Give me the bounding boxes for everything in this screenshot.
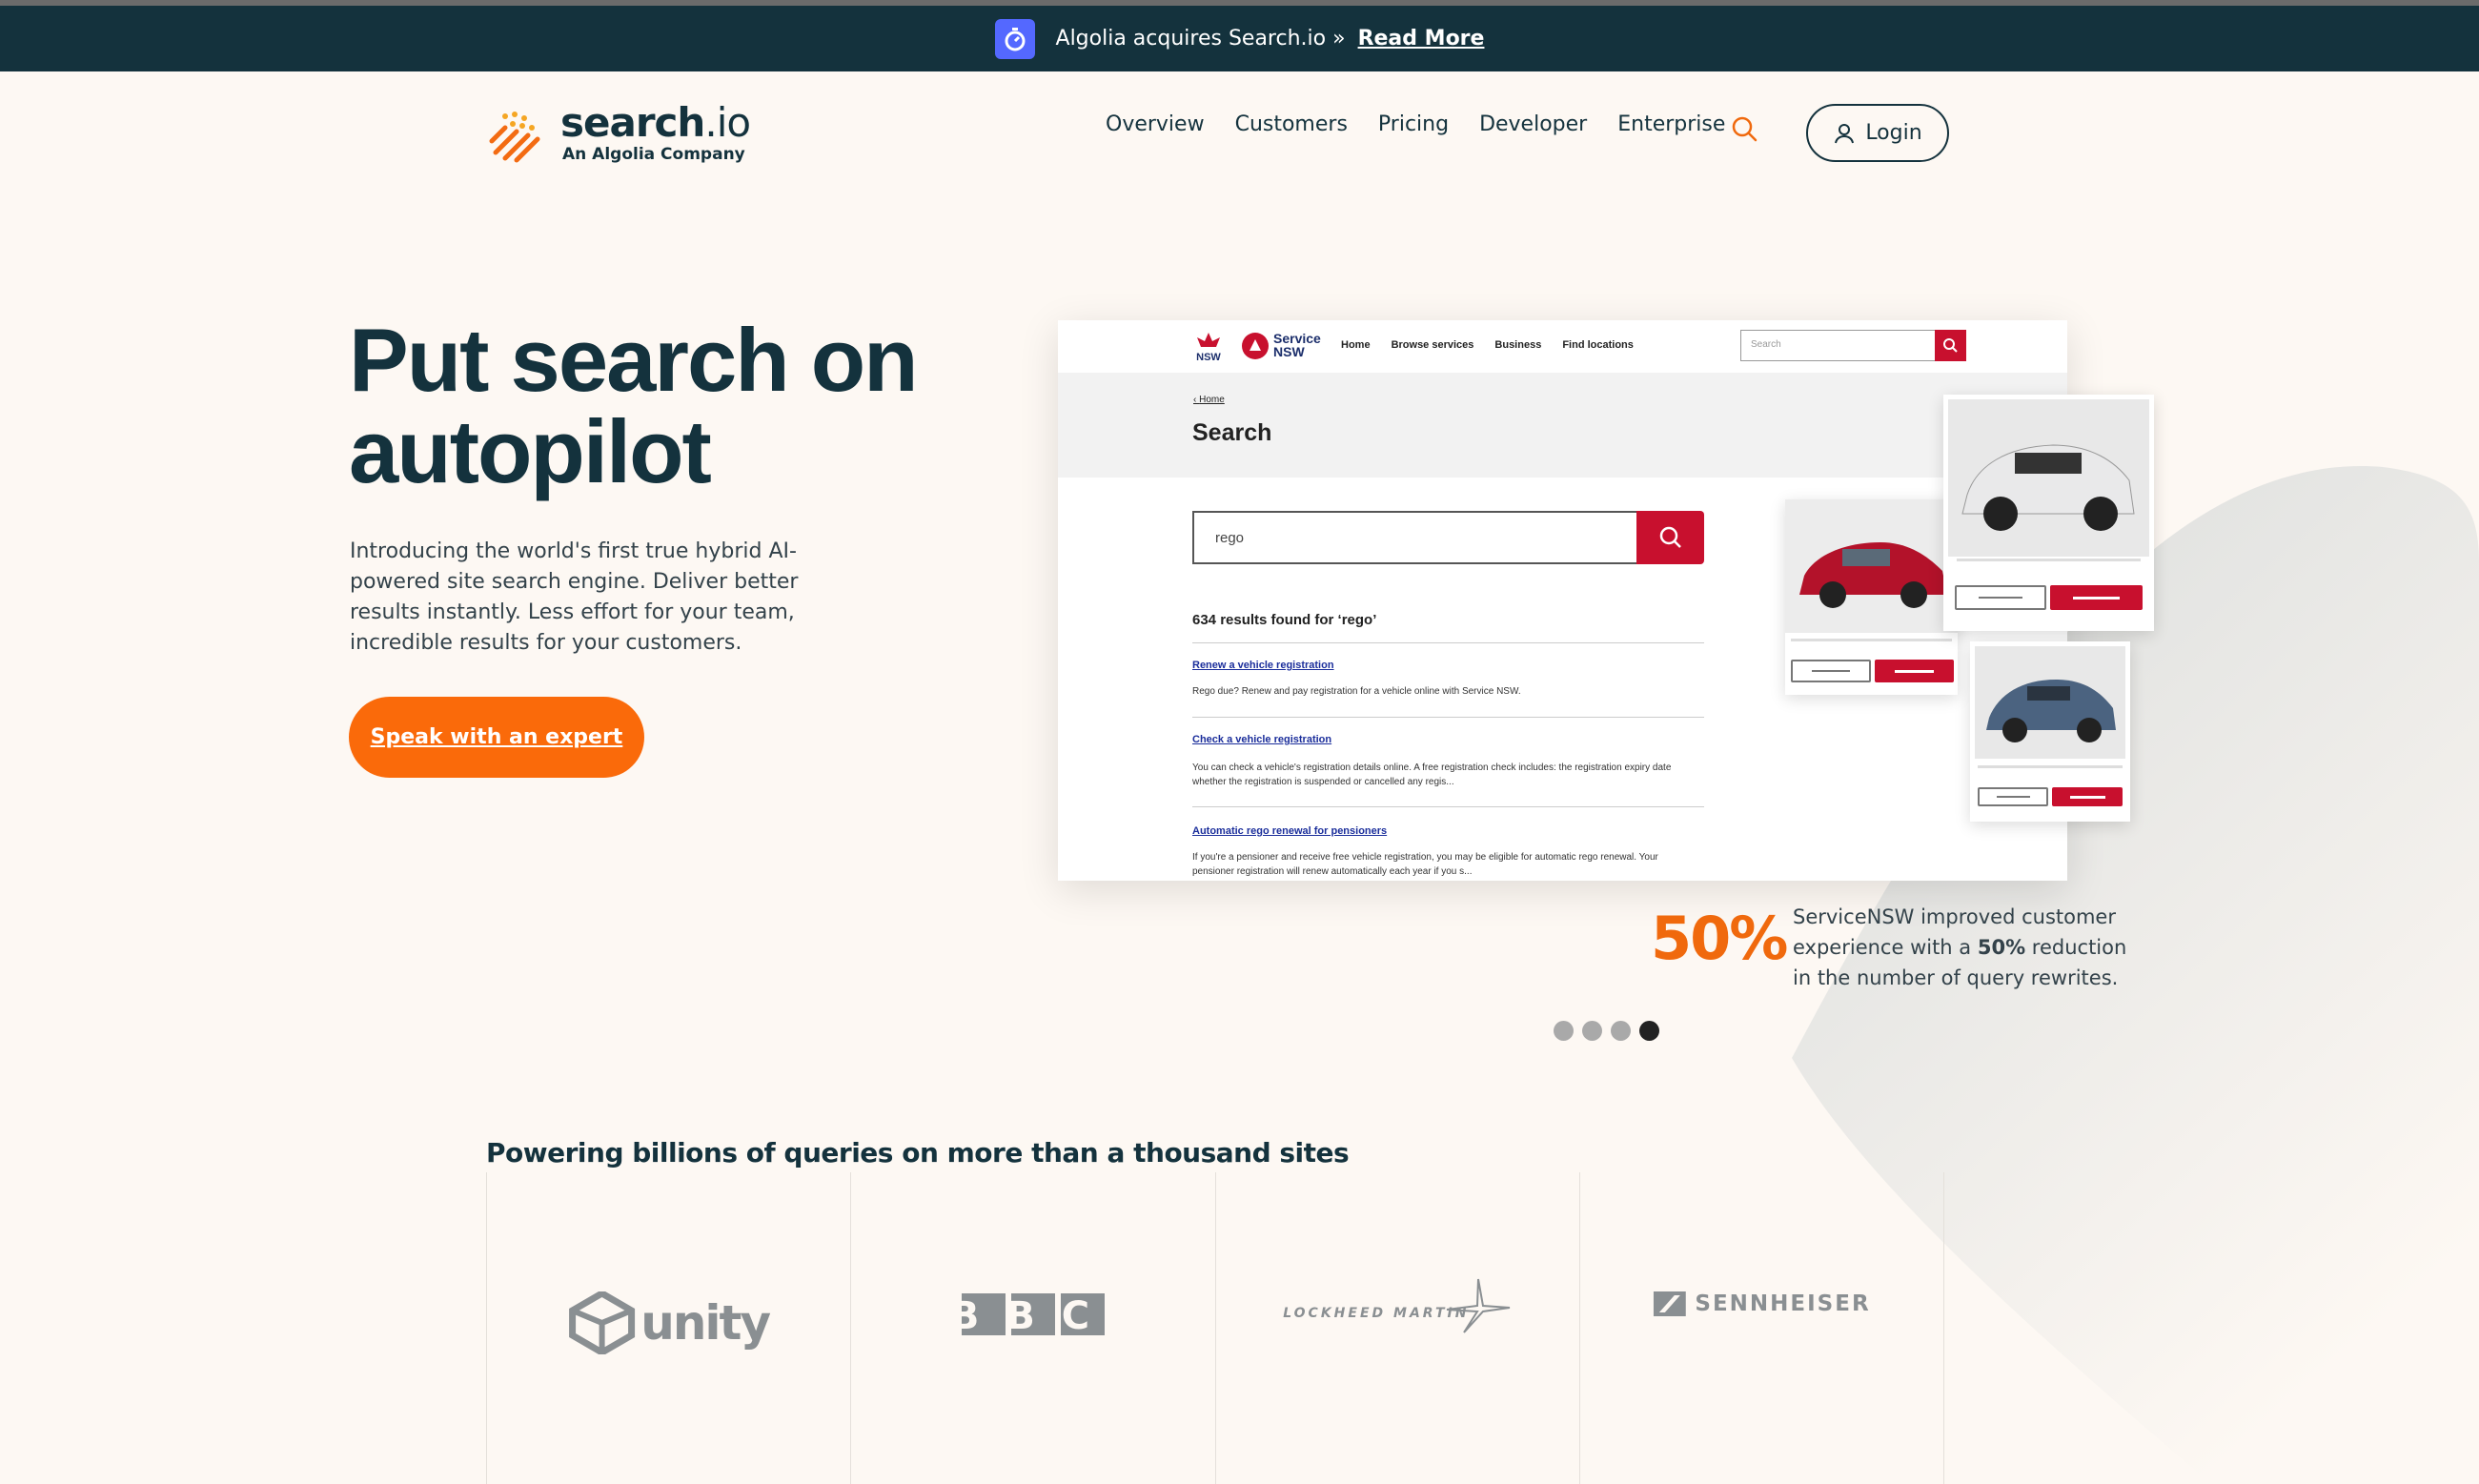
- logo-cell-edge: [1943, 1172, 1948, 1484]
- searchio-logo[interactable]: search.io An Algolia Company: [484, 99, 751, 166]
- mock-nav: Home Browse services Business Find locat…: [1341, 339, 1634, 351]
- carousel-dots: [1554, 1021, 1659, 1041]
- card-line: [1791, 639, 1952, 641]
- hero-title-line1: Put search on: [349, 310, 919, 410]
- mock-nav-browse: Browse services: [1391, 339, 1474, 351]
- service-nsw-icon: [1242, 333, 1269, 359]
- mock-result-title: Renew a vehicle registration: [1192, 660, 1334, 671]
- card-primary-button: [1875, 660, 1954, 682]
- nav-enterprise[interactable]: Enterprise: [1617, 112, 1725, 136]
- carousel-dot[interactable]: [1611, 1021, 1631, 1041]
- card-line: [1978, 765, 2123, 768]
- car-image: [1948, 399, 2149, 557]
- logo-cell: SENNHEISER: [1578, 1172, 1943, 1484]
- main-nav: Overview Customers Pricing Developer Ent…: [1106, 112, 1725, 136]
- mock-nav-locations: Find locations: [1562, 339, 1634, 351]
- stat-number: 50%: [1651, 904, 1788, 973]
- card-primary-button: [2050, 585, 2143, 610]
- svc-line2: NSW: [1273, 344, 1305, 359]
- lockheed-martin-wordmark: LOCKHEED MARTIN: [1283, 1306, 1470, 1321]
- carousel-dot[interactable]: [1582, 1021, 1602, 1041]
- car-image: [1785, 499, 1958, 633]
- algolia-stopwatch-icon: [994, 18, 1035, 59]
- lockheed-martin-logo: LOCKHEED MARTIN: [1283, 1268, 1512, 1334]
- logo-word-suffix: .io: [704, 99, 751, 146]
- logo-subtitle: An Algolia Company: [562, 145, 745, 164]
- bbc-logo: BBC: [961, 1293, 1105, 1337]
- mock-query-button: [1636, 511, 1704, 564]
- mock-result-title: Check a vehicle registration: [1192, 734, 1332, 745]
- hero-title: Put search on autopilot: [349, 315, 1035, 498]
- sennheiser-mark-icon: [1653, 1291, 1686, 1316]
- stat-description: ServiceNSW improved customer experience …: [1793, 902, 2136, 993]
- searchio-mark-icon: [489, 112, 540, 163]
- sennheiser-wordmark: SENNHEISER: [1695, 1291, 1871, 1316]
- nav-pricing[interactable]: Pricing: [1378, 112, 1449, 136]
- nsw-waratah-icon: NSW: [1196, 333, 1221, 363]
- mock-breadcrumb: ‹ Home: [1193, 395, 1225, 405]
- car-card: [1970, 641, 2130, 822]
- logo-cell: LOCKHEED MARTIN: [1214, 1172, 1579, 1484]
- mock-divider: [1192, 717, 1704, 718]
- mock-divider: [1192, 642, 1704, 643]
- sennheiser-logo: SENNHEISER: [1653, 1291, 1870, 1316]
- logo-cell: unity: [486, 1172, 850, 1484]
- mock-nav-business: Business: [1494, 339, 1542, 351]
- lockheed-star-icon: [1447, 1278, 1511, 1333]
- hero-description: Introducing the world's first true hybri…: [350, 539, 799, 655]
- car-image: [1975, 646, 2125, 759]
- mock-divider: [1192, 806, 1704, 807]
- car-card: [1943, 395, 2154, 631]
- mock-nav-home: Home: [1341, 339, 1371, 351]
- unity-wordmark: unity: [640, 1295, 771, 1351]
- card-secondary-button: [1955, 585, 2046, 610]
- card-secondary-button: [1791, 660, 1871, 682]
- mock-results-count: 634 results found for ‘rego’: [1192, 612, 1377, 628]
- read-more-link[interactable]: Read More: [1358, 27, 1485, 51]
- search-icon[interactable]: [1730, 114, 1758, 143]
- mock-result-text: Rego due? Renew and pay registration for…: [1192, 686, 1521, 697]
- service-nsw-logo-text: Service NSW: [1273, 332, 1321, 358]
- announcement-text: Algolia acquires Search.io » Read More: [1056, 27, 1485, 51]
- nav-developer[interactable]: Developer: [1479, 112, 1587, 136]
- mock-search-field: Search: [1740, 330, 1966, 361]
- svg-text:BBC: BBC: [962, 1294, 1105, 1337]
- card-primary-button: [2052, 787, 2123, 806]
- mock-breadcrumb-label: Home: [1199, 395, 1225, 405]
- logo-word: search: [560, 99, 705, 146]
- mock-result-text: You can check a vehicle's registration d…: [1192, 762, 1672, 787]
- user-icon: [1835, 123, 1855, 143]
- stat-text-bold: 50%: [1977, 936, 2026, 959]
- unity-logo: unity: [568, 1291, 771, 1354]
- logo-cell: BBC: [850, 1172, 1214, 1484]
- carousel-dot-active[interactable]: [1639, 1021, 1659, 1041]
- nav-customers[interactable]: Customers: [1235, 112, 1348, 136]
- car-card: [1785, 499, 1958, 695]
- carousel-dot[interactable]: [1554, 1021, 1574, 1041]
- mock-result-title: Automatic rego renewal for pensioners: [1192, 825, 1388, 837]
- mock-query-field: rego: [1192, 511, 1640, 564]
- logo-wordmark: search.io: [560, 99, 751, 146]
- speak-with-expert-button[interactable]: Speak with an expert: [349, 697, 644, 778]
- customer-logos: unity BBC LOCKHEED MARTIN SENNHEISER: [486, 1172, 1948, 1484]
- mock-search-button: [1935, 330, 1966, 361]
- announcement-message: Algolia acquires Search.io »: [1055, 27, 1346, 51]
- nav-overview[interactable]: Overview: [1106, 112, 1205, 136]
- mock-page-title: Search: [1192, 419, 1272, 446]
- mock-result-text: If you're a pensioner and receive free v…: [1192, 852, 1658, 877]
- announcement-bar: Algolia acquires Search.io » Read More: [0, 6, 2479, 71]
- unity-cube-icon: [568, 1291, 635, 1354]
- card-line: [1957, 559, 2141, 561]
- svg-text:NSW: NSW: [1196, 352, 1221, 363]
- logos-heading: Powering billions of queries on more tha…: [486, 1137, 1350, 1169]
- login-button[interactable]: Login: [1806, 104, 1949, 162]
- hero-title-line2: autopilot: [349, 401, 712, 501]
- login-label: Login: [1865, 121, 1922, 145]
- card-secondary-button: [1978, 787, 2048, 806]
